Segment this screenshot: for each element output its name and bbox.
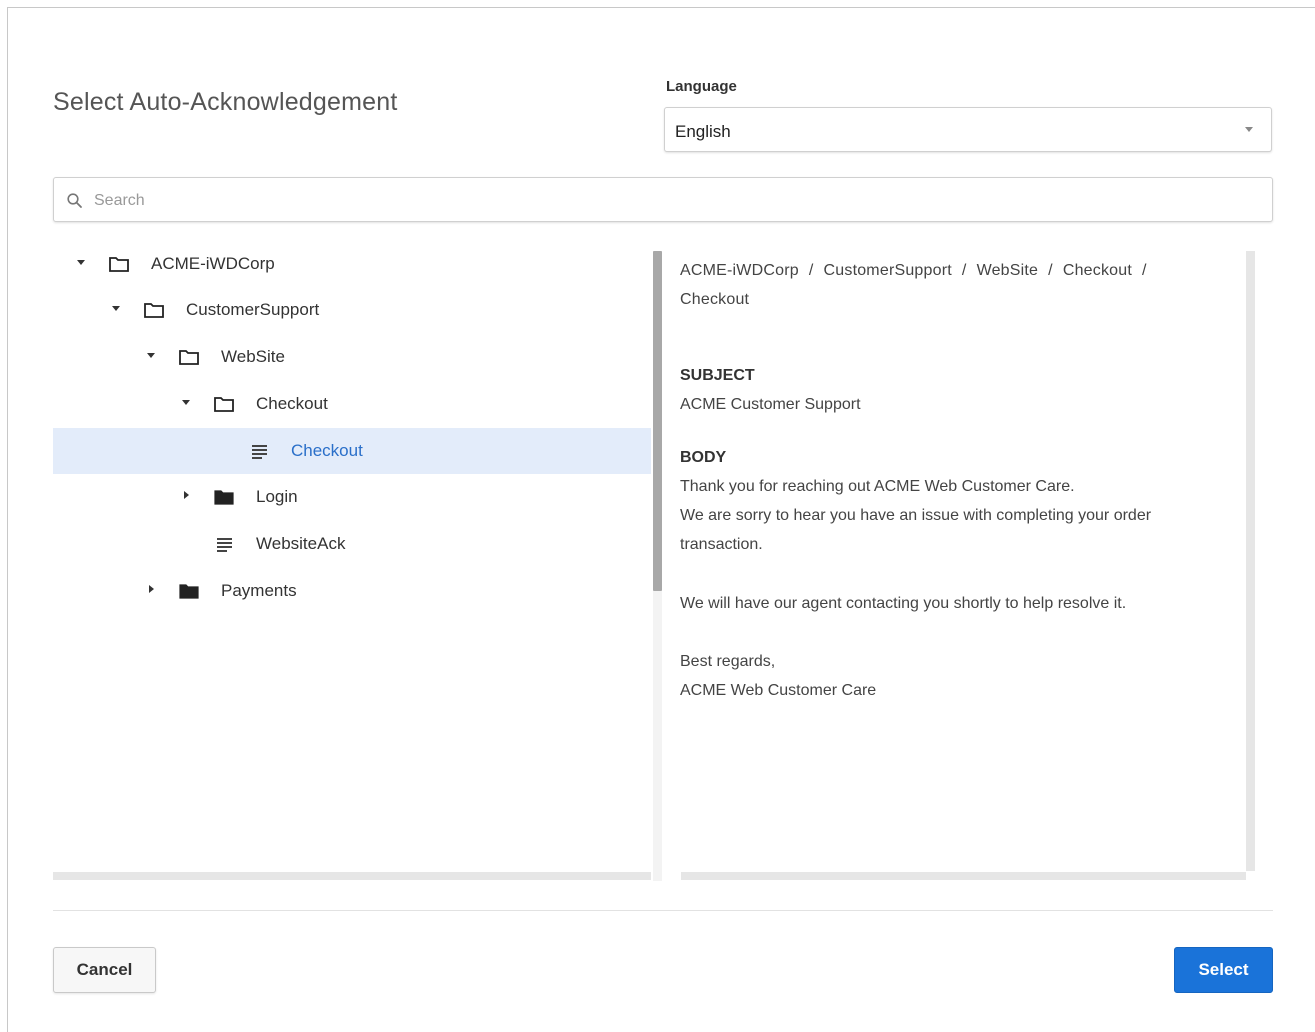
auto-ack-dialog: Select Auto-Acknowledgement Language Eng… [7, 7, 1315, 1032]
tree-item-label: Login [256, 487, 298, 506]
caret-down-icon[interactable] [182, 400, 190, 405]
tree-horizontal-scrollbar[interactable] [53, 872, 651, 880]
chevron-down-icon [1245, 127, 1253, 132]
language-selected-value: English [675, 122, 731, 141]
document-lines-icon [252, 445, 267, 459]
breadcrumb-item: Checkout [680, 291, 750, 308]
cancel-button[interactable]: Cancel [53, 947, 156, 993]
template-preview: ACME-iWDCorp / CustomerSupport / WebSite / Che… [673, 251, 1243, 871]
body-line: Best regards, [680, 653, 776, 670]
tree-item-payments[interactable]: Payments [53, 568, 651, 614]
body-line: ACME Web Customer Care [680, 682, 877, 699]
subject-heading: SUBJECT [680, 367, 755, 384]
search-box[interactable] [53, 177, 1273, 223]
tree-item-customersupport[interactable]: CustomerSupport [53, 287, 651, 333]
body-line: We will have our agent contacting you sh… [680, 595, 1127, 612]
body-line: Thank you for reaching out ACME Web Cust… [680, 478, 1075, 495]
subject-text: ACME Customer Support [680, 396, 861, 413]
dialog-title: Select Auto-Acknowledgement [53, 88, 398, 116]
tree-item-label: ACME-iWDCorp [151, 254, 275, 273]
caret-down-icon[interactable] [147, 353, 155, 358]
tree-scrollbar-thumb[interactable] [653, 251, 662, 591]
tree-item-acme-iwdcorp[interactable]: ACME-iWDCorp [53, 241, 651, 287]
preview-horizontal-scrollbar[interactable] [681, 872, 1246, 880]
folder-closed-icon [214, 490, 234, 505]
footer-divider [53, 910, 1273, 911]
select-button[interactable]: Select [1174, 947, 1273, 993]
template-tree: ACME-iWDCorp CustomerSupport WebSite Che… [53, 241, 651, 881]
body-heading: BODY [680, 449, 727, 466]
tree-item-label: Payments [221, 581, 297, 600]
search-icon [67, 193, 82, 208]
tree-item-websiteack[interactable]: WebsiteAck [53, 521, 651, 567]
tree-item-checkout-template[interactable]: Checkout [53, 428, 651, 474]
tree-item-label: WebsiteAck [256, 534, 346, 553]
caret-down-icon[interactable] [77, 260, 85, 265]
preview-vertical-scrollbar[interactable] [1246, 251, 1255, 871]
caret-right-icon[interactable] [149, 585, 154, 593]
tree-item-label: Checkout [291, 441, 363, 460]
preview-breadcrumb: ACME-iWDCorp / CustomerSupport / WebSite / Che… [680, 256, 1225, 314]
caret-right-icon[interactable] [184, 491, 189, 499]
tree-item-website[interactable]: WebSite [53, 334, 651, 380]
language-label: Language [666, 78, 737, 95]
breadcrumb-separator: / [808, 262, 814, 279]
breadcrumb-item: CustomerSupport [823, 262, 952, 279]
breadcrumb-separator: / [1142, 262, 1147, 279]
folder-open-icon [144, 303, 164, 318]
folder-open-icon [214, 397, 234, 412]
breadcrumb-separator: / [1048, 262, 1053, 279]
folder-open-icon [179, 350, 199, 365]
tree-item-checkout-folder[interactable]: Checkout [53, 381, 651, 427]
folder-open-icon [109, 257, 129, 272]
folder-closed-icon [179, 584, 199, 599]
breadcrumb-item: ACME-iWDCorp [680, 262, 799, 279]
tree-item-label: WebSite [221, 347, 285, 366]
tree-item-label: CustomerSupport [186, 300, 320, 319]
document-lines-icon [217, 538, 232, 552]
language-select[interactable]: English [664, 107, 1272, 152]
tree-item-label: Checkout [256, 394, 328, 413]
search-input[interactable] [92, 178, 1266, 223]
tree-item-login[interactable]: Login [53, 474, 651, 520]
breadcrumb-separator: / [961, 262, 967, 279]
breadcrumb-item: WebSite [976, 262, 1039, 279]
breadcrumb-item: Checkout [1062, 262, 1133, 279]
caret-down-icon[interactable] [112, 306, 120, 311]
body-line: We are sorry to hear you have an issue w… [680, 507, 1152, 553]
